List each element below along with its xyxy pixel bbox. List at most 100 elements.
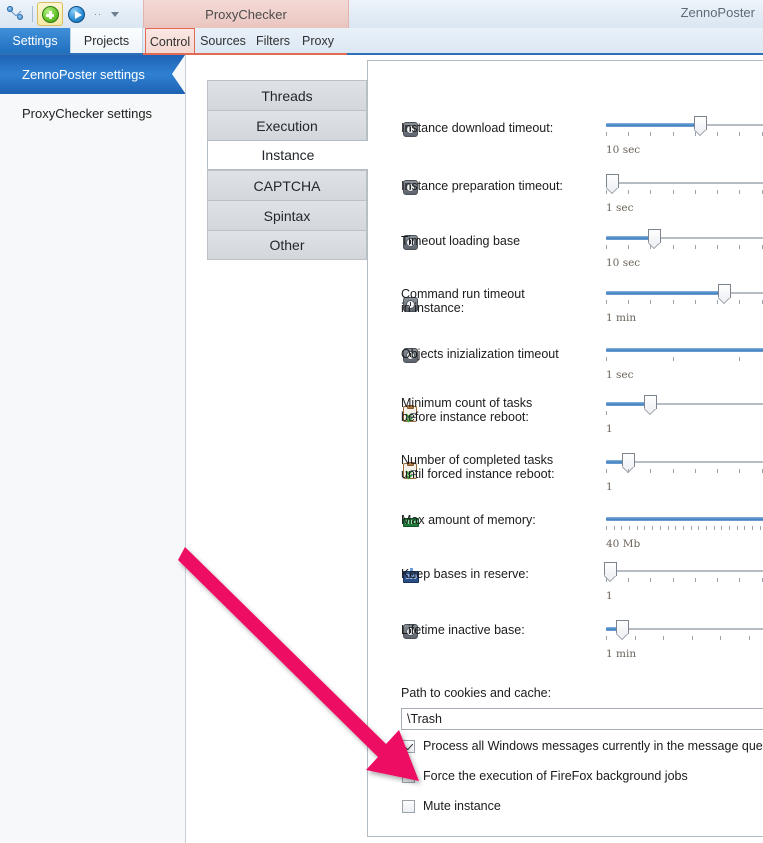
tab-projects[interactable]: Projects [70,28,143,54]
tab-control[interactable]: Control [145,28,195,54]
slider-tick [634,636,636,640]
network-share-icon [6,6,24,22]
add-button[interactable] [37,2,63,26]
setting-label-line: Lifetime inactive base: [401,623,525,637]
category-tab-execution[interactable]: Execution [207,110,367,140]
project-title: ProxyChecker [143,0,349,28]
run-button[interactable] [63,2,89,26]
setting-label-line: Number of completed tasks [401,453,554,467]
slider-tick [672,190,674,194]
slider-tick [628,245,630,249]
slider-ticks [606,245,763,250]
slider-tick [650,190,652,194]
slider-track[interactable] [606,627,763,631]
setting-label: Objects inizialization timeout [401,347,601,361]
category-tab-captcha[interactable]: CAPTCHA [207,170,367,200]
slider-thumb[interactable] [616,620,629,634]
slider-fill [606,123,700,127]
slider-ticks [606,469,763,474]
sidebar-item-proxychecker-settings[interactable]: ProxyChecker settings [0,94,185,133]
tab-filters[interactable]: Filters [251,28,295,54]
slider-track[interactable] [606,291,763,295]
checkbox-process-windows-messages[interactable]: Process all Windows messages currently i… [402,739,763,753]
setting-label: Keep bases in reserve: [401,567,601,581]
slider-tick [694,578,696,582]
slider-track[interactable] [606,123,763,127]
slider-track[interactable] [606,348,763,352]
path-input[interactable] [401,708,763,730]
slider-tick [628,132,630,136]
slider-thumb[interactable] [622,453,635,467]
slider-ticks [606,132,763,137]
slider-tick [739,245,741,249]
checkbox-box[interactable] [402,739,415,753]
toolbar-dropdown-button[interactable] [107,2,123,26]
checkbox-force-firefox-background-jobs[interactable]: Force the execution of FireFox backgroun… [402,769,688,783]
sidebar: ZennoPoster settings ProxyChecker settin… [0,55,186,843]
slider-value: 10 sec [606,257,641,269]
settings-panel: Instance download timeout: 10 sec Instance… [367,60,763,837]
slider-tick [748,636,750,640]
network-share-button[interactable] [2,2,28,26]
slider-tick [672,132,674,136]
category-tab-list: Threads Execution Instance CAPTCHA Spint… [207,80,368,260]
slider-value: 1 [606,590,613,602]
slider-track[interactable] [606,402,763,406]
slider-tick [761,300,763,304]
slider-tick [628,578,630,582]
checkbox-box[interactable] [402,769,415,783]
slider-tick [694,300,696,304]
slider-tick [672,578,674,582]
slider-fill [606,348,763,352]
slider-thumb[interactable] [604,562,617,576]
slider-thumb[interactable] [648,229,661,243]
slider-tick [613,526,615,530]
tab-sources[interactable]: Sources [197,28,249,54]
slider-tick [752,526,754,530]
slider-tick [761,132,763,136]
slider-value: 1 sec [606,202,634,214]
slider-tick [659,526,661,530]
app-name-label: ZennoPoster [680,5,755,20]
slider-tick [621,526,623,530]
slider-tick [739,578,741,582]
toolbar-overflow[interactable]: ·· [89,2,107,26]
slider-track[interactable] [606,236,763,240]
slider-thumb[interactable] [644,395,657,409]
sidebar-item-zennoposter-settings[interactable]: ZennoPoster settings [0,55,185,94]
category-tab-other[interactable]: Other [207,230,367,260]
slider-fill [606,236,654,240]
slider-tick [672,357,674,361]
checkbox-mute-instance[interactable]: Mute instance [402,799,501,813]
slider-value: 1 min [606,312,637,324]
slider-tick [717,245,719,249]
slider-thumb[interactable] [717,284,731,298]
category-tab-instance[interactable]: Instance [207,140,368,170]
slider-track[interactable] [606,570,763,572]
slider-tick [667,526,669,530]
setting-label-line: until forced instance reboot: [401,467,555,481]
slider-tick [706,526,707,530]
checkbox-box[interactable] [402,799,415,813]
tab-proxy[interactable]: Proxy [297,28,339,54]
slider-thumb[interactable] [694,116,707,130]
sidebar-item-label: ZennoPoster settings [22,67,145,82]
slider-track[interactable] [606,181,763,185]
slider-track[interactable] [606,517,763,521]
checkbox-label: Force the execution of FireFox backgroun… [423,769,688,783]
slider-tick [717,469,719,473]
slider-thumb[interactable] [606,174,619,188]
slider-tick [739,300,741,304]
slider-tick [606,190,607,194]
slider-ticks [606,636,763,641]
category-tab-threads[interactable]: Threads [207,80,367,110]
tab-settings[interactable]: Settings [0,28,70,54]
checkbox-label: Process all Windows messages currently i… [423,739,763,753]
slider-tick [628,300,630,304]
slider-tick [606,300,607,304]
sidebar-item-label: ProxyChecker settings [22,106,153,121]
slider-tick [694,245,696,249]
category-tab-spintax[interactable]: Spintax [207,200,367,230]
slider-tick [739,469,741,473]
slider-tick [606,132,607,136]
